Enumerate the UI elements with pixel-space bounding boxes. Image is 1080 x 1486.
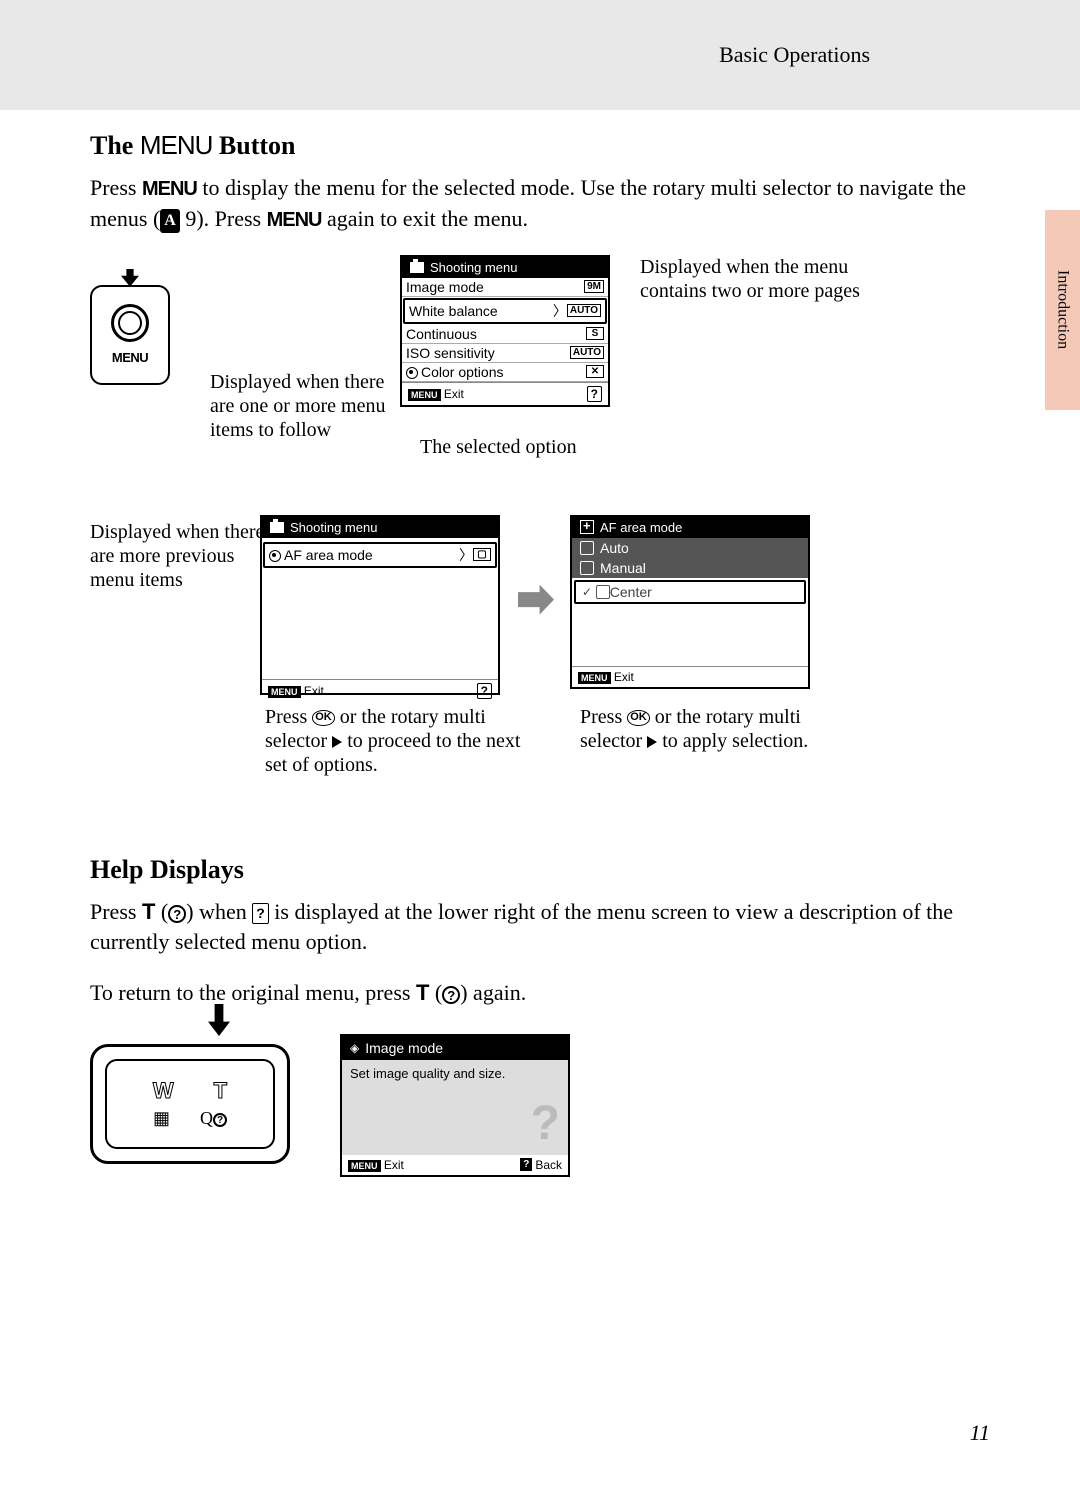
annotation-previous: Displayed when there are more previous m… — [90, 520, 270, 592]
lcd-shooting-menu: Shooting menu Image mode9M White balance… — [400, 255, 610, 407]
page-header: Basic Operations — [0, 0, 1080, 110]
heading-menu-button: The MENU Button — [90, 130, 990, 161]
option-icon — [580, 561, 594, 575]
menu-glyph-icon: MENU — [267, 209, 322, 231]
option-row: Auto — [572, 538, 808, 558]
menu-button-illustration: MENU — [90, 285, 170, 385]
diagram-help: W T ▦ Q? Image mode Set image qu — [90, 1034, 990, 1177]
camera-icon — [410, 262, 424, 273]
menu-label: MENU — [112, 350, 148, 365]
lcd-footer: MENU Exit? — [402, 382, 608, 405]
paragraph-menu-intro: Press MENU to display the menu for the s… — [90, 173, 990, 235]
lcd-af-area-options: AF area mode Auto Manual ✓ Center MENU E… — [570, 515, 810, 689]
lcd-footer: MENU Exit — [572, 666, 808, 687]
help-icon: ? — [520, 1158, 532, 1171]
lcd-footer: MENU Exit? — [262, 679, 498, 702]
menu-item: ISO sensitivityAUTO — [402, 344, 608, 363]
menu-item: Image mode9M — [402, 278, 608, 297]
paragraph-help-2: To return to the original menu, press T … — [90, 978, 990, 1009]
t-button-label: T — [416, 980, 429, 1005]
annotation-follow: Displayed when there are one or more men… — [210, 370, 400, 442]
lcd-title: Shooting menu — [262, 517, 498, 538]
heading-help-displays: Help Displays — [90, 855, 990, 885]
option-icon — [596, 585, 610, 599]
option-row-selected: ✓ Center — [574, 580, 806, 604]
lcd-title: Shooting menu — [402, 257, 608, 278]
annotation-proceed: Press OK or the rotary multi selector to… — [265, 705, 545, 777]
camera-icon — [270, 522, 284, 533]
annotation-selected: The selected option — [420, 435, 640, 459]
large-question-icon: ? — [531, 1096, 560, 1151]
dial-icon — [111, 304, 149, 342]
section-title: Basic Operations — [719, 42, 870, 68]
menu-item: Color options✕ — [402, 363, 608, 382]
magnify-help-icon: Q? — [200, 1108, 227, 1129]
grid-icon: ▦ — [153, 1108, 170, 1129]
wake-icon — [406, 367, 418, 379]
annotation-apply: Press OK or the rotary multi selector to… — [580, 705, 860, 753]
zoom-control-illustration: W T ▦ Q? — [90, 1044, 290, 1164]
help-box-icon: ? — [252, 903, 269, 925]
option-row: Manual — [572, 558, 808, 578]
menu-glyph-icon: MENU — [142, 178, 197, 200]
check-icon: ✓ — [582, 585, 592, 599]
zoom-t-label: T — [214, 1078, 227, 1104]
annotation-pages: Displayed when the menu contains two or … — [640, 255, 860, 303]
diagram-menu: MENU Shooting menu Image mode9M White ba… — [90, 255, 990, 815]
chevron-right-icon: 〉 — [553, 301, 567, 321]
menu-item-selected: White balance〉AUTO — [403, 298, 607, 324]
help-icon: ? — [587, 386, 602, 402]
triangle-right-icon — [647, 736, 657, 748]
wake-icon — [269, 550, 281, 562]
side-tab-introduction: Introduction — [1045, 210, 1080, 410]
reference-icon: A — [160, 209, 180, 233]
chevron-right-icon: 〉 — [459, 545, 473, 565]
help-body: Set image quality and size. ? — [342, 1060, 568, 1155]
help-title: Image mode — [342, 1036, 568, 1060]
lcd-af-area-list: Shooting menu AF area mode〉▢ MENU Exit? — [260, 515, 500, 695]
arrow-down-icon — [121, 269, 139, 287]
lcd-title: AF area mode — [572, 517, 808, 538]
zoom-w-label: W — [153, 1078, 174, 1104]
arrow-right-icon — [518, 585, 554, 615]
af-icon — [580, 520, 594, 534]
menu-item: ContinuousS — [402, 325, 608, 344]
help-icon: ? — [477, 683, 492, 699]
help-circle-icon: ? — [442, 986, 460, 1004]
t-button-label: T — [142, 899, 155, 924]
page-number: 11 — [970, 1420, 990, 1446]
lcd-help-screen: Image mode Set image quality and size. ?… — [340, 1034, 570, 1177]
help-circle-icon: ? — [168, 905, 186, 923]
paragraph-help-1: Press T (?) when ? is displayed at the l… — [90, 897, 990, 959]
help-footer: MENU Exit ?Back — [342, 1155, 568, 1175]
option-icon — [580, 541, 594, 555]
ok-icon: OK — [627, 710, 650, 725]
menu-item-selected: AF area mode〉▢ — [263, 542, 497, 568]
ok-icon: OK — [312, 710, 335, 725]
triangle-right-icon — [332, 736, 342, 748]
